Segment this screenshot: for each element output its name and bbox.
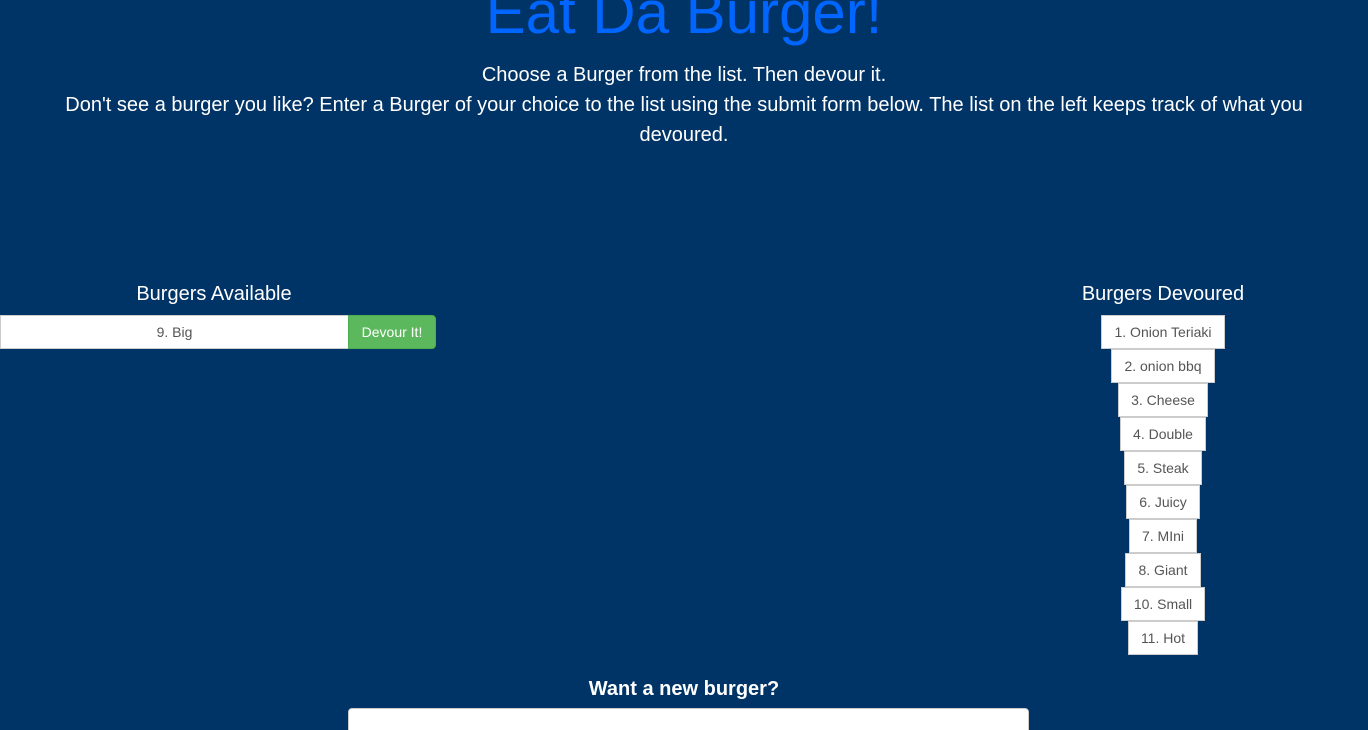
devoured-item: 6. Juicy <box>1126 485 1200 519</box>
new-burger-input[interactable] <box>348 708 1029 730</box>
devoured-item: 11. Hot <box>1127 621 1199 655</box>
intro-line-2: Don't see a burger you like? Enter a Bur… <box>65 94 1303 146</box>
devoured-item: 8. Giant <box>1125 553 1201 587</box>
page-title: Eat Da Burger! <box>485 0 883 46</box>
devoured-item: 10. Small <box>1120 587 1206 621</box>
new-burger-heading: Want a new burger? <box>588 678 780 700</box>
devoured-item: 2. onion bbq <box>1111 349 1215 383</box>
devoured-item: 5. Steak <box>1124 451 1202 485</box>
devoured-item: 1. Onion Teriaki <box>1101 315 1225 349</box>
available-burger-row: 9. Big Devour It! <box>0 315 436 349</box>
new-burger-form: Want a new burger? <box>0 676 1368 730</box>
devoured-item: 4. Double <box>1120 417 1206 451</box>
devoured-item: 7. MIni <box>1128 519 1197 553</box>
devoured-item: 3. Cheese <box>1118 383 1208 417</box>
available-burger-item: 9. Big <box>0 315 348 349</box>
burgers-available-panel: Burgers Available 9. Big Devour It! <box>0 280 436 349</box>
burgers-available-heading: Burgers Available <box>136 283 292 305</box>
burgers-devoured-heading: Burgers Devoured <box>1081 283 1245 305</box>
intro-line-1: Choose a Burger from the list. Then devo… <box>481 64 887 86</box>
devoured-list: 1. Onion Teriaki 2. onion bbq 3. Cheese … <box>1063 315 1263 655</box>
burgers-devoured-panel: Burgers Devoured 1. Onion Teriaki 2. oni… <box>1063 280 1263 655</box>
intro-text: Choose a Burger from the list. Then devo… <box>20 60 1348 150</box>
devour-button[interactable]: Devour It! <box>348 315 436 349</box>
